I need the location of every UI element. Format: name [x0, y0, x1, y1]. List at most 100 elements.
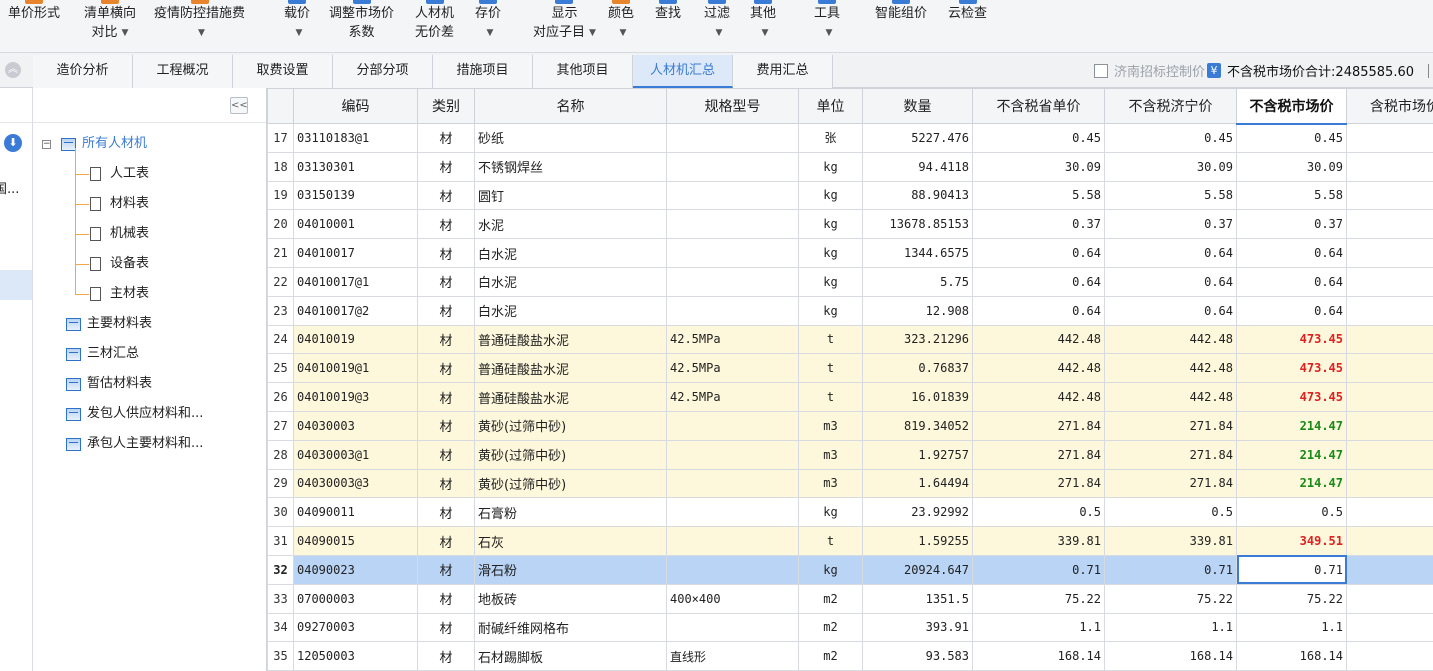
adjust-market-button[interactable]: 调整市场价 系数 [329, 0, 394, 52]
left-strip-item[interactable]: 国... [0, 178, 19, 197]
column-header-6[interactable]: 数量 [862, 88, 973, 124]
column-header-0[interactable] [267, 88, 294, 124]
tab-7[interactable]: 费用汇总 [733, 55, 833, 88]
market-price-tax-cell [1346, 151, 1433, 182]
spec-cell [666, 266, 799, 297]
column-header-7[interactable]: 不含税省单价 [972, 88, 1105, 124]
tools-button[interactable]: 工具 ▼ [814, 0, 840, 52]
category-cell: 材 [417, 382, 475, 412]
table-row[interactable]: 26 04010019@3 材普通硅酸盐水泥 42.5MPa t 16.01839 442.… [267, 382, 1433, 412]
tab-4[interactable]: 措施项目 [433, 55, 533, 88]
column-header-3[interactable]: 名称 [474, 88, 667, 124]
category-cell: 材 [417, 209, 475, 240]
table-row[interactable]: 3204090023材滑石粉kg20924.6470.710.710.710 [267, 554, 1433, 585]
table-row[interactable]: 1703110183@1材砂纸张5227.4760.450.450.450. [267, 123, 1433, 153]
tree-node-child-4[interactable]: 主材表 [90, 283, 149, 305]
table-row[interactable]: 2304010017@2材白水泥kg12.9080.640.640.640. [267, 295, 1433, 326]
load-price-button[interactable]: 载价 ▼ [284, 0, 310, 52]
spec-cell [666, 410, 799, 441]
filter-label: 过滤 [704, 6, 731, 21]
jining-price-cell: 271.84 [1104, 468, 1237, 499]
column-header-2[interactable]: 类别 [417, 88, 475, 124]
column-header-5[interactable]: 单位 [798, 88, 863, 124]
table-row[interactable]: 29 04030003@3 材黄砂(过筛中砂) m3 1.64494 271.84 271.… [267, 468, 1433, 499]
table-row[interactable]: 25 04010019@1 材普通硅酸盐水泥 42.5MPa t 0.76837 442.4… [267, 353, 1433, 384]
table-row[interactable]: 3104090015材石灰t1.59255339.81339.81349.513 [267, 526, 1433, 556]
table-row[interactable]: 1903150139材圆钉kg88.904135.585.585.586. [267, 180, 1433, 211]
tree-node-other-3[interactable]: 发包人供应材料和... [66, 403, 203, 425]
no-price-diff-sublabel: 无价差 [415, 25, 454, 41]
tree-node-other-4-label: 承包人主要材料和... [87, 436, 204, 451]
table-row[interactable]: 33 07000003 材地板砖 400×400 m2 1351.5 75.22 75.22 7… [267, 583, 1433, 614]
bill-compare-sublabel: 对比 ▼ [92, 25, 129, 42]
tab-1[interactable]: 工程概况 [133, 55, 233, 88]
table-row[interactable]: 24 04010019 材普通硅酸盐水泥 42.5MPa t 323.21296 442.4… [267, 324, 1433, 355]
column-header-8[interactable]: 不含税济宁价 [1104, 88, 1237, 124]
tree-node-other-1[interactable]: 三材汇总 [66, 343, 139, 365]
tree-node-other-2[interactable]: 暂估材料表 [66, 373, 152, 395]
spec-cell [666, 295, 799, 326]
tree-node-all-materials[interactable]: − 所有人材机 [42, 133, 147, 155]
table-row[interactable]: 3004090011材石膏粉kg23.929920.50.50.50. [267, 497, 1433, 528]
other-button[interactable]: 其他 ▼ [750, 0, 776, 52]
smart-price-button[interactable]: 智能组价 [875, 0, 927, 52]
spec-cell [666, 151, 799, 182]
row-number: 33 [267, 583, 294, 614]
document-icon [90, 287, 101, 301]
table-row[interactable]: 18 03130301 材不锈钢焊丝 kg 94.4118 30.09 30.09 30.09 [267, 151, 1433, 182]
download-icon[interactable]: ⬇ [4, 134, 22, 152]
table-row[interactable]: 27 04030003 材黄砂(过筛中砂) m3 819.34052 271.84 271.… [267, 410, 1433, 441]
jinan-price-checkbox[interactable] [1094, 63, 1109, 78]
save-price-label: 存价 [475, 6, 502, 21]
left-strip-selected[interactable] [0, 270, 32, 300]
filter-button[interactable]: 过滤 ▼ [704, 0, 730, 52]
code-cell: 12050003 [293, 641, 418, 671]
table-row[interactable]: 3409270003材耐碱纤维网格布m2393.911.11.11.11. [267, 612, 1433, 643]
collapse-left-icon[interactable]: << [230, 97, 248, 114]
market-price-cell: 75.22 [1236, 583, 1347, 614]
tree-node-other-4[interactable]: 承包人主要材料和... [66, 433, 203, 455]
table-row[interactable]: 28 04030003@1 材黄砂(过筛中砂) m3 1.92757 271.84 271.… [267, 439, 1433, 470]
yen-icon[interactable]: ¥ [1207, 63, 1222, 78]
column-header-1[interactable]: 编码 [293, 88, 418, 124]
collapse-toggle-icon[interactable]: − [42, 139, 51, 149]
save-price-button[interactable]: 存价 ▼ [475, 0, 501, 52]
column-header-9[interactable]: 不含税市场价 [1236, 88, 1347, 125]
jining-price-cell: 0.64 [1104, 266, 1237, 297]
table-row[interactable]: 35 12050003 材石材踢脚板 直线形 m2 93.583 168.14 168.14 1… [267, 641, 1433, 671]
quantity-cell: 16.01839 [862, 382, 973, 412]
cloud-check-button[interactable]: 云检查 [948, 0, 987, 52]
table-row[interactable]: 2204010017@1材白水泥kg5.750.640.640.640. [267, 266, 1433, 297]
epidemic-button[interactable]: 疫情防控措施费 ▼ [154, 0, 245, 52]
category-cell: 材 [417, 526, 475, 556]
tree-node-child-2[interactable]: 机械表 [90, 223, 149, 245]
table-icon [66, 377, 81, 391]
tree-node-child-1[interactable]: 材料表 [90, 193, 149, 215]
tab-3[interactable]: 分部分项 [333, 55, 433, 88]
tree-node-other-0[interactable]: 主要材料表 [66, 313, 152, 335]
table-row[interactable]: 2004010001材水泥kg13678.851530.370.370.370. [267, 209, 1433, 240]
tree-node-child-3[interactable]: 设备表 [90, 253, 149, 275]
market-price-tax-cell: 220 [1346, 468, 1433, 499]
code-cell: 03130301 [293, 151, 418, 182]
column-header-4[interactable]: 规格型号 [666, 88, 799, 124]
no-price-diff-button[interactable]: 人材机 无价差 [415, 0, 454, 52]
tree-node-child-0[interactable]: 人工表 [90, 163, 149, 185]
bill-compare-button[interactable]: 清单横向 对比 ▼ [84, 0, 136, 52]
tab-6[interactable]: 人材机汇总 [633, 55, 733, 88]
tab-0[interactable]: 造价分析 [33, 55, 133, 88]
spec-cell: 42.5MPa [666, 324, 799, 355]
unit-price-form-button[interactable]: 单价形式 [8, 0, 60, 52]
show-sub-button[interactable]: 显示 对应子目 ▼ [533, 0, 596, 52]
collapse-up-icon[interactable]: ︽ [5, 62, 21, 78]
color-button[interactable]: 颜色 ▼ [608, 0, 634, 52]
tab-2[interactable]: 取费设置 [233, 55, 333, 88]
tab-5[interactable]: 其他项目 [533, 55, 633, 88]
market-price-cell[interactable]: 0.71 [1236, 554, 1347, 585]
adjust-market-label: 调整市场价 [329, 6, 395, 21]
category-cell: 材 [417, 497, 475, 528]
column-header-10[interactable]: 含税市场价 [1346, 88, 1433, 124]
category-cell: 材 [417, 468, 475, 499]
find-button[interactable]: 查找 [655, 0, 681, 52]
table-row[interactable]: 2104010017材白水泥kg1344.65750.640.640.640. [267, 238, 1433, 268]
